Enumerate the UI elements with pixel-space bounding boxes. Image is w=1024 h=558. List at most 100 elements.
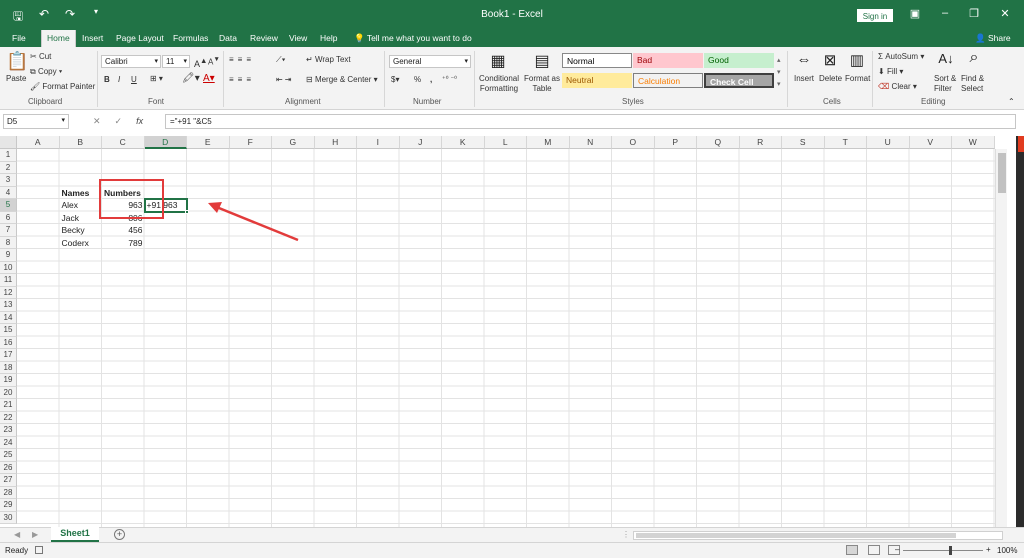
row-header-26[interactable]: 26 — [0, 461, 17, 474]
close-icon[interactable]: ✕ — [995, 7, 1015, 20]
row-header-17[interactable]: 17 — [0, 349, 17, 362]
delete-cells-button[interactable]: Delete — [819, 74, 842, 83]
row-header-1[interactable]: 1 — [0, 149, 17, 162]
row-header-2[interactable]: 2 — [0, 161, 17, 174]
conditional-formatting-button[interactable]: Conditional Formatting — [476, 74, 522, 94]
find-select-button[interactable]: Find & Select — [961, 74, 991, 94]
vertical-align-icons[interactable]: ≡≡≡ — [229, 55, 255, 64]
add-sheet-button[interactable]: + — [114, 529, 125, 540]
column-header-d[interactable]: D — [144, 136, 187, 149]
row-header-5[interactable]: 5 — [0, 199, 17, 212]
tab-help[interactable]: Help — [320, 33, 337, 43]
share-button[interactable]: 👤 Share — [975, 33, 1011, 44]
column-header-g[interactable]: G — [272, 136, 315, 149]
italic-button[interactable]: I — [118, 75, 120, 84]
orientation-icon[interactable]: ⟋▾ — [276, 55, 286, 65]
font-color-icon[interactable]: A▾ — [203, 73, 215, 84]
row-header-30[interactable]: 30 — [0, 511, 17, 524]
column-header-o[interactable]: O — [612, 136, 655, 149]
column-header-n[interactable]: N — [569, 136, 612, 149]
prev-sheet-icon[interactable]: ◀ — [14, 530, 20, 539]
row-header-8[interactable]: 8 — [0, 236, 17, 249]
format-cells-button[interactable]: Format — [845, 74, 870, 83]
format-painter-button[interactable]: 🖌 Format Painter — [30, 82, 95, 91]
cell-b4[interactable]: Names — [60, 187, 103, 200]
row-header-3[interactable]: 3 — [0, 174, 17, 187]
indent-icons[interactable]: ⇤⇥ — [276, 75, 293, 84]
column-header-i[interactable]: I — [357, 136, 400, 149]
style-bad[interactable]: Bad — [633, 53, 703, 68]
percent-button[interactable]: % — [414, 75, 421, 84]
tab-formulas[interactable]: Formulas — [173, 33, 208, 43]
column-header-w[interactable]: W — [952, 136, 995, 149]
style-calculation[interactable]: Calculation — [633, 73, 703, 88]
format-as-table-button[interactable]: Format as Table — [524, 74, 560, 94]
copy-button[interactable]: ⧉ Copy ▾ — [30, 67, 62, 77]
column-header-r[interactable]: R — [739, 136, 782, 149]
font-name-select[interactable]: Calibri ▾ — [101, 55, 161, 68]
column-header-l[interactable]: L — [484, 136, 527, 149]
paste-button[interactable]: Paste — [6, 74, 26, 83]
clear-button[interactable]: ⌫ Clear ▾ — [878, 82, 917, 91]
row-header-4[interactable]: 4 — [0, 186, 17, 199]
column-header-h[interactable]: H — [314, 136, 357, 149]
row-header-23[interactable]: 23 — [0, 424, 17, 437]
column-header-b[interactable]: B — [59, 136, 102, 149]
row-header-25[interactable]: 25 — [0, 449, 17, 462]
paste-icon[interactable]: 📋 — [6, 51, 28, 72]
row-header-28[interactable]: 28 — [0, 486, 17, 499]
cancel-icon[interactable]: ✕ — [93, 116, 101, 127]
tab-home[interactable]: Home — [41, 30, 76, 47]
collapse-ribbon-icon[interactable]: ⌃ — [1008, 97, 1015, 106]
font-shrink-icon[interactable]: A▼ — [208, 56, 220, 67]
enter-icon[interactable]: ✓ — [115, 116, 123, 127]
row-header-22[interactable]: 22 — [0, 411, 17, 424]
next-sheet-icon[interactable]: ▶ — [32, 530, 38, 539]
cell-c7[interactable]: 456 — [102, 224, 145, 237]
scroll-thumb[interactable] — [998, 153, 1006, 193]
row-header-29[interactable]: 29 — [0, 499, 17, 512]
zoom-in-icon[interactable]: + — [986, 545, 991, 554]
horizontal-align-icons[interactable]: ≡≡≡ — [229, 75, 255, 84]
merge-center-button[interactable]: ⊟ Merge & Center ▾ — [306, 75, 378, 84]
decimal-icons[interactable]: ⁺⁰ ⁻⁰ — [442, 75, 457, 83]
column-header-s[interactable]: S — [782, 136, 825, 149]
column-header-t[interactable]: T — [824, 136, 867, 149]
name-box[interactable]: D5 ▾ — [3, 114, 69, 129]
column-header-f[interactable]: F — [229, 136, 272, 149]
column-header-m[interactable]: M — [527, 136, 570, 149]
styles-scroll-icon[interactable]: ▴ ▾ ▾ — [777, 55, 781, 91]
macro-record-icon[interactable] — [35, 546, 43, 554]
fill-color-icon[interactable]: 🖍▾ — [182, 73, 200, 84]
style-neutral[interactable]: Neutral — [562, 73, 632, 88]
sheet-tab-sheet1[interactable]: Sheet1 — [51, 527, 99, 542]
tab-review[interactable]: Review — [250, 33, 278, 43]
cell-b6[interactable]: Jack — [60, 212, 103, 225]
normal-view-icon[interactable] — [846, 545, 858, 555]
style-good[interactable]: Good — [704, 53, 774, 68]
row-header-9[interactable]: 9 — [0, 249, 17, 262]
style-normal[interactable]: Normal — [562, 53, 632, 68]
insert-cells-button[interactable]: Insert — [794, 74, 814, 83]
tab-view[interactable]: View — [289, 33, 307, 43]
column-header-j[interactable]: J — [399, 136, 442, 149]
column-header-q[interactable]: Q — [697, 136, 740, 149]
row-header-7[interactable]: 7 — [0, 224, 17, 237]
cell-b8[interactable]: Coderx — [60, 237, 103, 250]
cut-button[interactable]: ✂ Cut — [30, 52, 51, 61]
cell-b7[interactable]: Becky — [60, 224, 103, 237]
row-header-21[interactable]: 21 — [0, 399, 17, 412]
row-header-18[interactable]: 18 — [0, 361, 17, 374]
fill-button[interactable]: ⬇ Fill ▾ — [878, 67, 903, 76]
zoom-slider-thumb[interactable] — [949, 546, 952, 555]
formula-input[interactable]: ="+91 "&C5 — [165, 114, 1016, 129]
row-header-6[interactable]: 6 — [0, 211, 17, 224]
tab-page-layout[interactable]: Page Layout — [116, 33, 164, 43]
column-header-k[interactable]: K — [442, 136, 485, 149]
cell-b5[interactable]: Alex — [60, 199, 103, 212]
wrap-text-button[interactable]: ↵ Wrap Text — [306, 55, 351, 64]
comma-button[interactable]: , — [430, 75, 432, 84]
tab-insert[interactable]: Insert — [82, 33, 103, 43]
row-header-11[interactable]: 11 — [0, 274, 17, 287]
cell-c8[interactable]: 789 — [102, 237, 145, 250]
